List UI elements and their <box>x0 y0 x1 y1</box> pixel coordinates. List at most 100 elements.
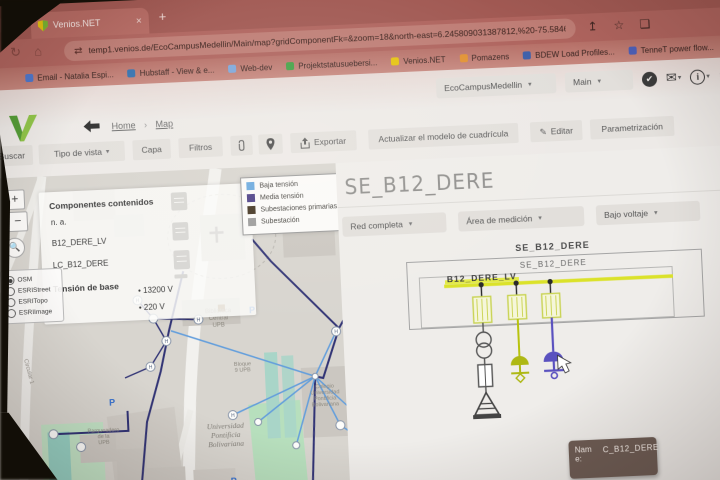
map-legend: Baja tensión Media tensión Subestaciones… <box>240 173 341 235</box>
update-grid-model-button[interactable]: Actualizar el modelo de cuadrícula <box>368 123 519 150</box>
chevron-down-icon: ▾ <box>706 72 710 80</box>
radio-icon <box>6 287 15 296</box>
venios-favicon-icon <box>38 20 48 31</box>
chevron-down-icon: ▾ <box>678 73 682 81</box>
new-tab-button[interactable]: + <box>158 9 166 24</box>
search-button[interactable]: Buscar <box>0 145 33 167</box>
legend-swatch <box>247 206 255 214</box>
share-icon[interactable]: ↥ <box>587 19 598 33</box>
tab-search-icon[interactable]: ˅ <box>0 17 5 34</box>
chevron-down-icon: ▾ <box>409 220 413 228</box>
chevron-down-icon: ▾ <box>106 147 110 155</box>
bookmark-item[interactable]: BDEW Load Profiles... <box>523 47 615 60</box>
venios-logo <box>7 115 38 144</box>
transformer-icon <box>476 343 492 359</box>
tab-close-icon[interactable]: × <box>136 15 142 26</box>
browser-window: ˅ Venios.NET × + ❐ ← ↻ ⌂ ⇄ temp1.venios.… <box>0 0 720 480</box>
breadcrumb-map-link[interactable]: Map <box>155 119 173 130</box>
panel-filter-row: Red completa▾ Área de medición▾ Bajo vol… <box>342 201 701 237</box>
info-button[interactable]: i▾ <box>690 69 710 85</box>
svg-text:H: H <box>231 413 235 419</box>
info-icon: i <box>690 69 706 85</box>
locate-button[interactable] <box>258 134 283 155</box>
photographed-monitor: ˅ Venios.NET × + ❐ ← ↻ ⌂ ⇄ temp1.venios.… <box>0 0 720 480</box>
basemap-selector: OSM ESRIStreet ESRITopo ESRIImage <box>0 268 64 325</box>
map-view[interactable]: HHH HHH P P P P Biblioteca Central UPB B… <box>0 163 353 480</box>
component-item: n. a. <box>51 209 252 227</box>
bookmark-favicon <box>127 69 135 77</box>
site-info-icon[interactable]: ⇄ <box>74 45 83 56</box>
breadcrumb-home-link[interactable]: Home <box>111 120 135 131</box>
chevron-down-icon: ▾ <box>538 214 542 222</box>
single-line-diagram[interactable]: SE_B12_DERE SE_B12_DERE B12_DERE_LV <box>339 229 720 480</box>
legend-swatch <box>248 218 256 226</box>
bookmark-item[interactable]: Hubstaff - View & e... <box>127 65 214 78</box>
basemap-option-esriimage[interactable]: ESRIImage <box>7 307 63 319</box>
voltage-level-select[interactable]: Bajo voltaje▾ <box>596 201 701 226</box>
basemap-option-esritopo[interactable]: ESRITopo <box>6 296 62 308</box>
svg-text:P: P <box>231 476 237 480</box>
svg-text:UPB: UPB <box>212 322 225 329</box>
export-button[interactable]: Exportar <box>290 130 357 153</box>
busbar-line <box>444 276 673 286</box>
load-branch-yellow[interactable] <box>509 319 530 383</box>
back-icon[interactable]: ← <box>0 45 1 61</box>
radio-icon <box>6 298 15 307</box>
breadcrumb-separator: › <box>144 120 147 130</box>
tasks-check-button[interactable]: ✔ <box>642 71 658 87</box>
attachment-tool-button[interactable] <box>230 135 253 156</box>
component-item[interactable]: LC_B12_DERE <box>53 252 254 270</box>
home-icon[interactable]: ⌂ <box>34 43 43 58</box>
chevron-down-icon: ▾ <box>528 80 532 88</box>
project-select[interactable]: EcoCampusMedellin ▾ <box>436 73 557 98</box>
bookmark-star-icon[interactable]: ☆ <box>613 18 624 32</box>
bookmark-favicon <box>459 54 467 62</box>
layer-button[interactable]: Capa <box>132 139 171 161</box>
zoom-in-button[interactable]: + <box>4 189 25 210</box>
bookmark-item[interactable]: Email - Natalia Espi... <box>25 70 114 83</box>
mail-icon: ✉ <box>666 70 678 86</box>
bookmark-item[interactable]: Web-dev <box>228 62 272 73</box>
svg-text:P: P <box>109 397 115 407</box>
voltage-value: • 220 V <box>139 302 165 312</box>
location-pin-icon <box>266 138 275 150</box>
bookmark-favicon <box>25 74 33 82</box>
svg-text:H: H <box>164 339 168 345</box>
measurement-area-select[interactable]: Área de medición▾ <box>458 206 585 232</box>
zoom-out-button[interactable]: − <box>7 211 28 232</box>
diagram-canvas[interactable] <box>339 229 720 480</box>
basemap-option-esristreet[interactable]: ESRIStreet <box>6 285 62 297</box>
tab-title: Venios.NET <box>53 16 132 30</box>
load-branch-purple[interactable] <box>542 317 572 379</box>
components-panel-title: Componentes contenidos <box>49 192 251 211</box>
svg-text:UPB: UPB <box>98 440 110 447</box>
app-back-arrow-icon[interactable] <box>83 120 100 133</box>
panel-title: SE_B12_DERE <box>344 167 495 199</box>
bookmark-favicon <box>391 57 399 65</box>
pencil-icon: ✎ <box>539 126 547 137</box>
bookmark-item[interactable]: Pomazens <box>459 52 509 63</box>
component-tooltip: Nam e: C_B12_DERE <box>568 437 658 479</box>
reload-icon[interactable]: ↻ <box>10 44 22 60</box>
transformer-branch[interactable] <box>469 322 501 419</box>
bookmark-favicon <box>228 65 236 73</box>
venios-app-page: EcoCampusMedellin ▾ Main ▾ ✔ ✉▾ i▾ ⚙▾ <box>0 57 720 480</box>
view-type-select[interactable]: Tipo de vista▾ <box>38 141 125 165</box>
view-select[interactable]: Main ▾ <box>565 70 634 93</box>
bookmark-item[interactable]: Venios.NET <box>391 55 446 66</box>
bookmark-item[interactable]: TenneT power flow... <box>628 42 714 55</box>
filters-button[interactable]: Filtros <box>178 136 223 158</box>
basemap-option-osm[interactable]: OSM <box>5 274 61 286</box>
edit-button[interactable]: ✎ Editar <box>530 120 583 142</box>
paperclip-icon <box>237 139 246 151</box>
bookmark-item[interactable]: Projektstatusuebersi... <box>286 58 377 71</box>
svg-text:Bolivariana: Bolivariana <box>312 401 340 408</box>
component-item[interactable]: B12_DERE_LV <box>52 230 253 248</box>
network-filter-select[interactable]: Red completa▾ <box>342 212 447 237</box>
side-panel-icon[interactable]: ❏ <box>639 17 650 31</box>
check-icon: ✔ <box>642 71 658 87</box>
messages-button[interactable]: ✉▾ <box>666 69 682 86</box>
parametrization-button[interactable]: Parametrización <box>590 116 675 140</box>
svg-text:H: H <box>149 365 153 371</box>
bookmark-favicon <box>629 46 637 54</box>
